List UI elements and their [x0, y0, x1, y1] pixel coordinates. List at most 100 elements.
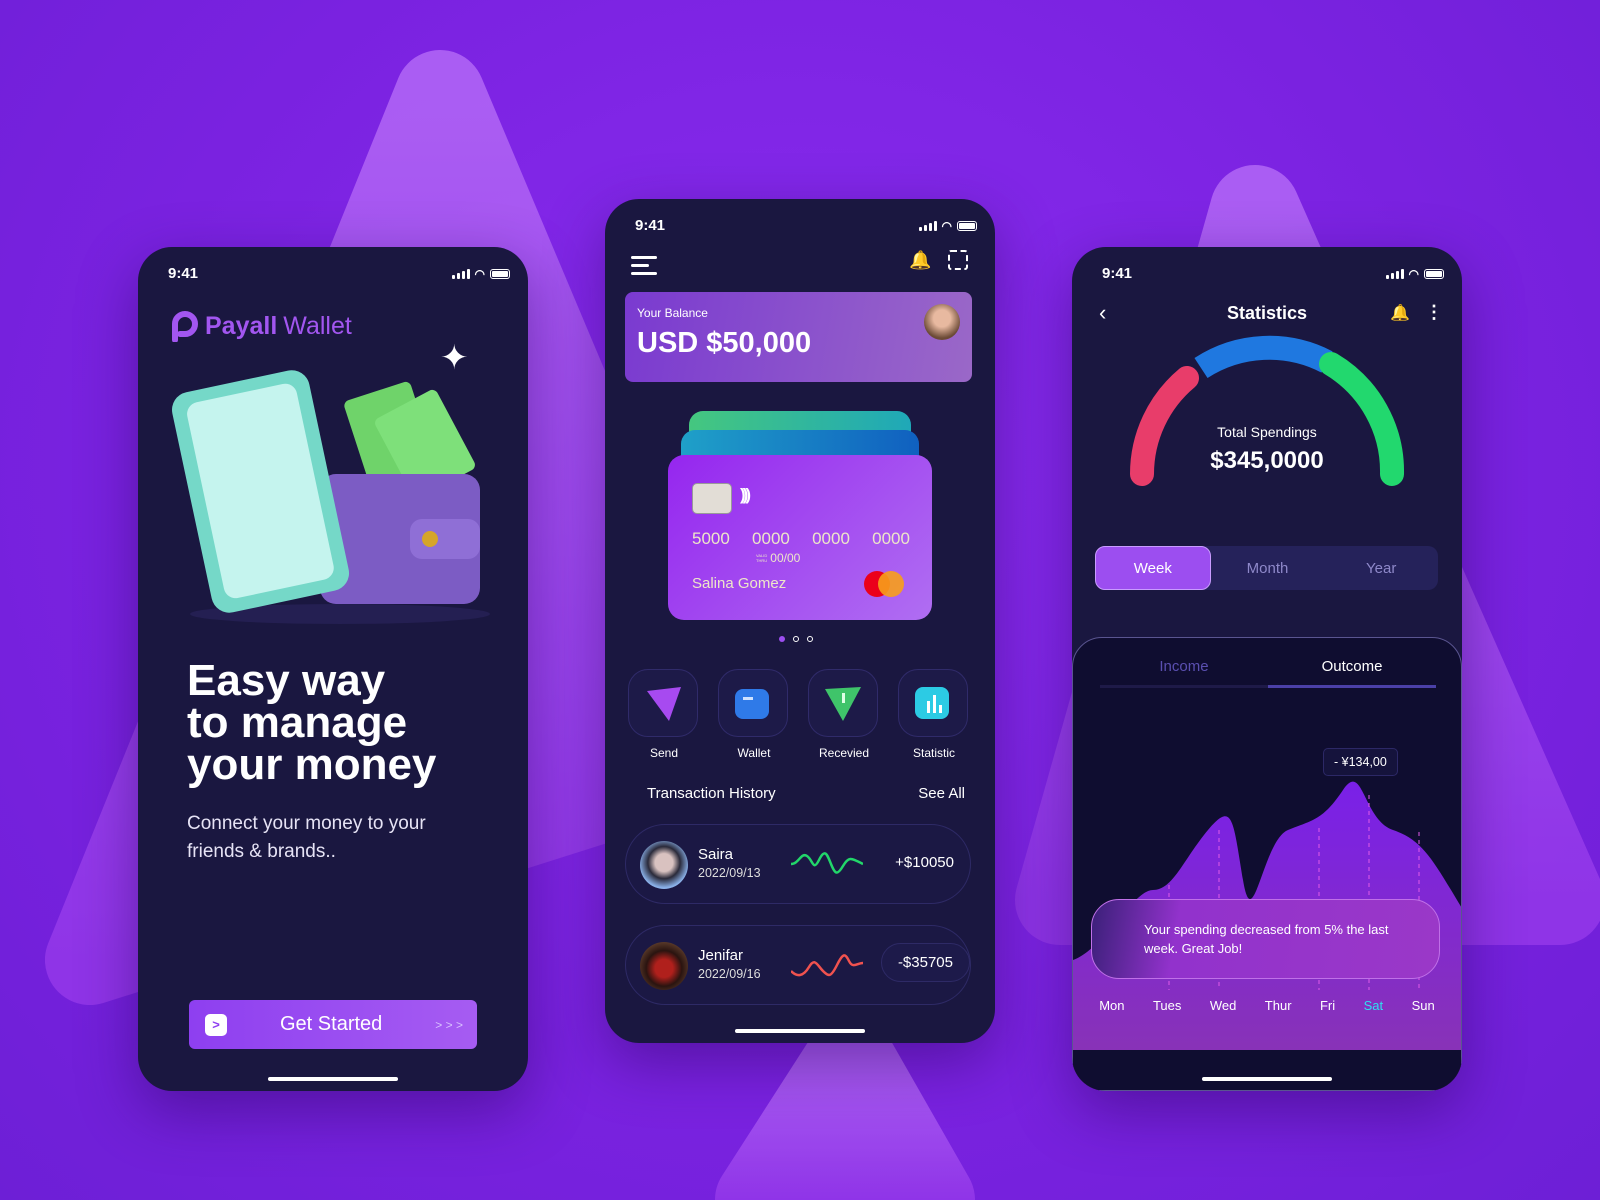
card-number-group: 5000 [692, 529, 730, 548]
status-bar: 9:41 ◠ [1102, 265, 1444, 282]
outcome-tab[interactable]: Outcome [1268, 658, 1436, 688]
action-label: Recevied [818, 746, 870, 760]
income-tab[interactable]: Income [1100, 658, 1268, 688]
period-week-tab[interactable]: Week [1095, 546, 1211, 590]
card-expiry: VALID THRU 00/00 [756, 551, 800, 565]
carousel-dot-active[interactable] [779, 636, 785, 642]
income-outcome-tabs: Income Outcome [1100, 658, 1436, 688]
received-action[interactable]: Recevied [808, 669, 880, 760]
chart-panel: Income Outcome - ¥134,00 Your spending d… [1072, 637, 1462, 1091]
wifi-icon: ◠ [1408, 266, 1419, 281]
day-label[interactable]: Tues [1153, 998, 1181, 1013]
day-label[interactable]: Sun [1412, 998, 1435, 1013]
gauge-segment [1194, 335, 1333, 379]
get-started-label: Get Started [280, 1013, 383, 1035]
day-label[interactable]: Thur [1265, 998, 1292, 1013]
card-number-group: 0000 [812, 529, 850, 548]
transaction-amount: -$35705 [880, 943, 970, 982]
user-avatar[interactable] [924, 304, 960, 340]
balance-label: Your Balance [637, 306, 708, 320]
home-screen: 9:41 ◠ 🔔 Your Balance USD $50,000 ))) 50… [605, 199, 995, 1043]
spending-message: Your spending decreased from 5% the last… [1091, 899, 1440, 979]
transaction-amount: +$10050 [895, 854, 954, 871]
status-time: 9:41 [168, 265, 199, 282]
carousel-dot[interactable] [807, 636, 813, 642]
mastercard-logo-icon [878, 571, 904, 597]
statistics-screen: 9:41 ◠ ‹ Statistics 🔔 ⋮ Total Spendings … [1072, 247, 1462, 1091]
wallet-illustration: ✦ [172, 339, 490, 624]
wifi-icon: ◠ [474, 266, 485, 281]
scan-icon[interactable] [948, 250, 968, 270]
wifi-icon: ◠ [941, 218, 952, 233]
gauge-label: Total Spendings [1217, 424, 1317, 440]
bottom-bar [1073, 1050, 1461, 1090]
headline-line: Easy way [187, 656, 386, 705]
credit-card[interactable]: ))) 5000 0000 0000 0000 VALID THRU 00/00 Sal… [668, 455, 932, 620]
battery-icon [1424, 268, 1444, 279]
thru-label: THRU [756, 558, 768, 563]
headline: Easy way to manage your money [187, 656, 437, 789]
decor-shape [715, 1015, 975, 1200]
battery-icon [490, 268, 510, 279]
expiry-date: 00/00 [770, 551, 801, 565]
home-indicator [1202, 1077, 1332, 1081]
chip-icon [692, 483, 732, 514]
chart-tooltip: - ¥134,00 [1323, 748, 1398, 776]
status-bar: 9:41 ◠ [635, 217, 977, 234]
action-label: Wallet [737, 746, 771, 760]
carousel-dots [779, 636, 813, 642]
transaction-date: 2022/09/13 [698, 866, 761, 880]
transaction-history-title: Transaction History [647, 785, 776, 802]
chevrons-icon: > > > [435, 1017, 463, 1032]
signal-icon [451, 268, 470, 279]
transaction-row[interactable]: Saira 2022/09/13 +$10050 [625, 824, 971, 904]
subtitle: Connect your money to your friends & bra… [187, 813, 426, 862]
day-label[interactable]: Mon [1099, 998, 1124, 1013]
see-all-link[interactable]: See All [918, 785, 965, 802]
day-label-active[interactable]: Sat [1364, 998, 1384, 1013]
arrow-right-icon: > [205, 1013, 227, 1036]
day-label[interactable]: Wed [1210, 998, 1237, 1013]
card-number-group: 0000 [872, 529, 910, 548]
trend-sparkline [791, 852, 863, 874]
transaction-row[interactable]: Jenifar 2022/09/16 -$35705 [625, 925, 971, 1005]
onboarding-screen: 9:41 ◠ Payall Wallet ✦ Easy way to manage… [138, 247, 528, 1091]
status-bar: 9:41 ◠ [168, 265, 510, 282]
day-label[interactable]: Fri [1320, 998, 1335, 1013]
send-icon [647, 687, 681, 721]
period-month-tab[interactable]: Month [1211, 546, 1325, 590]
day-labels: Mon Tues Wed Thur Fri Sat Sun [1073, 998, 1461, 1013]
sparkle-icon: ✦ [440, 339, 469, 377]
action-label: Send [649, 746, 679, 760]
status-time: 9:41 [1102, 265, 1133, 282]
headline-line: to manage [187, 698, 408, 747]
transaction-name: Saira [698, 846, 734, 863]
battery-icon [957, 220, 977, 231]
period-year-tab[interactable]: Year [1324, 546, 1438, 590]
trend-sparkline [791, 954, 863, 977]
statistic-action[interactable]: Statistic [898, 669, 970, 760]
signal-icon [1385, 268, 1404, 279]
notification-bell-icon[interactable]: 🔔 [909, 250, 931, 271]
carousel-dot[interactable] [793, 636, 799, 642]
action-label: Statistic [912, 746, 955, 760]
card-number-group: 0000 [752, 529, 790, 548]
headline-line: your money [187, 740, 437, 789]
menu-icon[interactable] [631, 256, 657, 275]
contactless-icon: ))) [740, 485, 751, 504]
transaction-date: 2022/09/16 [698, 967, 761, 981]
signal-icon [918, 220, 937, 231]
gauge-value: $345,0000 [1210, 447, 1324, 474]
period-selector: Week Month Year [1095, 546, 1438, 590]
get-started-button[interactable]: > Get Started > > > [189, 1000, 477, 1049]
balance-amount: USD $50,000 [637, 327, 812, 359]
wallet-action[interactable]: Wallet [718, 669, 790, 760]
wallet-icon [735, 689, 769, 719]
avatar [640, 942, 688, 990]
transaction-name: Jenifar [698, 947, 744, 964]
status-time: 9:41 [635, 217, 666, 234]
send-action[interactable]: Send [628, 669, 700, 760]
more-options-icon[interactable]: ⋮ [1425, 302, 1443, 323]
notification-bell-icon[interactable]: 🔔 [1390, 303, 1410, 323]
showcase-background: 9:41 ◠ Payall Wallet ✦ Easy way to manage… [0, 0, 1600, 1200]
